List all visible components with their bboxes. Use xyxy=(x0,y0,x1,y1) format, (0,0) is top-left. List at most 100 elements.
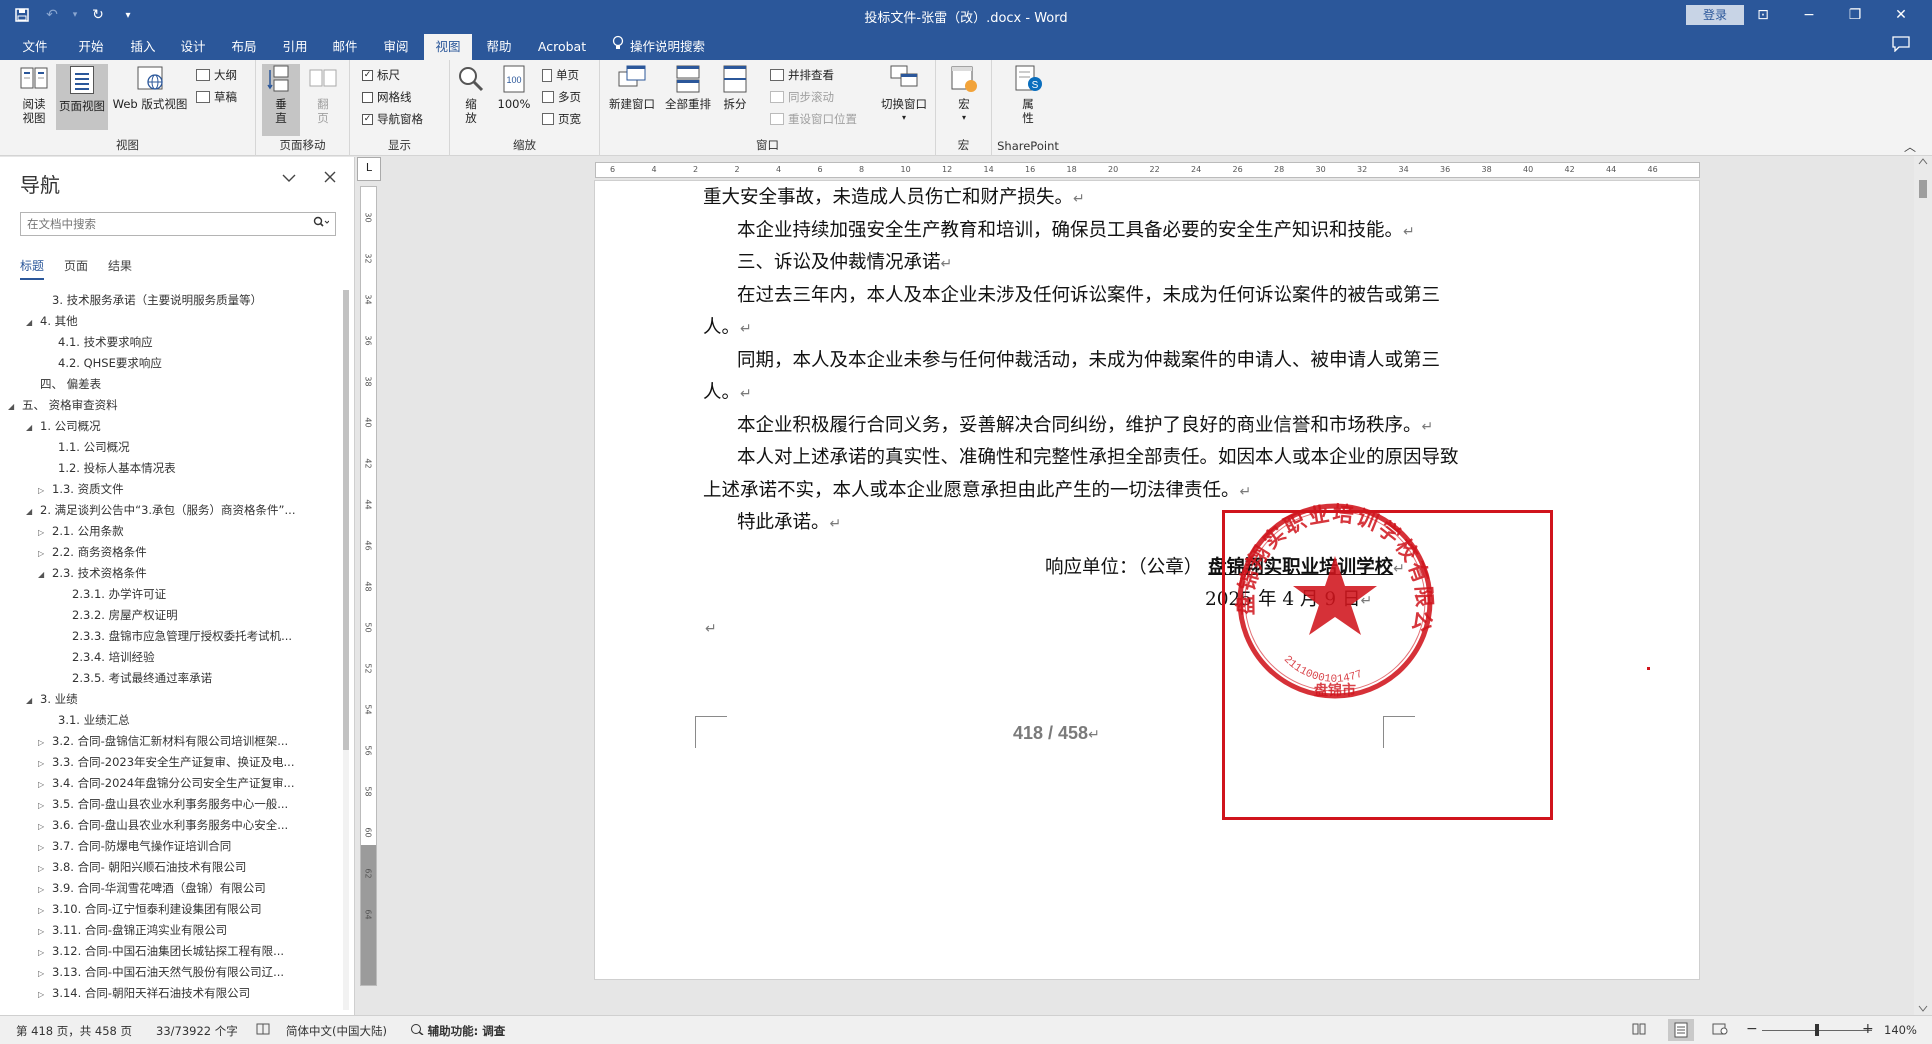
zoom-out-button[interactable]: − xyxy=(1746,1021,1758,1037)
login-button[interactable]: 登录 xyxy=(1686,5,1744,25)
collapsed-arrow-icon[interactable]: ▷ xyxy=(38,753,52,774)
collapsed-arrow-icon[interactable]: ▷ xyxy=(38,858,52,879)
collapsed-arrow-icon[interactable]: ▷ xyxy=(38,900,52,921)
nav-tab-headings[interactable]: 标题 xyxy=(20,257,45,280)
tab-review[interactable]: 审阅 xyxy=(373,34,419,60)
nav-close-icon[interactable] xyxy=(324,169,336,187)
nav-heading-item[interactable]: ◢ 2. 满足谈判公告中“3.承包（服务）商资格条件”... xyxy=(26,500,295,521)
switch-windows-button[interactable]: 切换窗口 ▾ xyxy=(876,64,932,125)
expanded-arrow-icon[interactable]: ◢ xyxy=(26,690,40,711)
collapsed-arrow-icon[interactable]: ▷ xyxy=(38,543,52,564)
expanded-arrow-icon[interactable]: ◢ xyxy=(26,501,40,522)
nav-search-box[interactable] xyxy=(20,212,336,236)
side-by-side-button[interactable]: 并排查看 xyxy=(770,66,834,84)
collapsed-arrow-icon[interactable]: ▷ xyxy=(38,522,52,543)
nav-heading-item[interactable]: 四、 偏差表 xyxy=(40,374,101,395)
tab-home[interactable]: 开始 xyxy=(68,34,114,60)
tab-acrobat[interactable]: Acrobat xyxy=(530,34,594,60)
nav-heading-item[interactable]: ◢ 4. 其他 xyxy=(26,311,78,332)
nav-heading-item[interactable]: ▷ 2.2. 商务资格条件 xyxy=(38,542,147,563)
expanded-arrow-icon[interactable]: ◢ xyxy=(38,564,52,585)
nav-heading-item[interactable]: 4.1. 技术要求响应 xyxy=(58,332,153,353)
nav-heading-item[interactable]: ▷ 3.9. 合同-华润雪花啤酒（盘锦）有限公司 xyxy=(38,878,266,899)
nav-heading-item[interactable]: ▷ 3.7. 合同-防爆电气操作证培训合同 xyxy=(38,836,231,857)
document-scrollbar[interactable] xyxy=(1914,156,1932,1015)
nav-heading-item[interactable]: ▷ 3.12. 合同-中国石油集团长城钻探工程有限... xyxy=(38,941,284,962)
comments-icon[interactable] xyxy=(1892,36,1912,54)
collapsed-arrow-icon[interactable]: ▷ xyxy=(38,879,52,900)
collapsed-arrow-icon[interactable]: ▷ xyxy=(38,921,52,942)
tab-view[interactable]: 视图 xyxy=(424,34,472,60)
tab-file[interactable]: 文件 xyxy=(14,34,56,60)
proofing-icon[interactable] xyxy=(256,1023,270,1038)
nav-heading-item[interactable]: 1.1. 公司概况 xyxy=(58,437,130,458)
nav-heading-item[interactable]: ▷ 3.2. 合同-盘锦信汇新材料有限公司培训框架... xyxy=(38,731,288,752)
nav-heading-item[interactable]: ▷ 3.5. 合同-盘山县农业水利事务服务中心一般... xyxy=(38,794,288,815)
nav-scrollbar[interactable] xyxy=(340,290,352,1010)
nav-heading-item[interactable]: ▷ 3.6. 合同-盘山县农业水利事务服务中心安全... xyxy=(38,815,288,836)
tab-design[interactable]: 设计 xyxy=(170,34,216,60)
nav-search-input[interactable] xyxy=(21,213,291,235)
nav-heading-item[interactable]: 4.2. QHSE要求响应 xyxy=(58,353,162,374)
collapsed-arrow-icon[interactable]: ▷ xyxy=(38,816,52,837)
web-layout-button[interactable]: Web 版式视图 xyxy=(110,64,190,111)
accessibility-status[interactable]: 辅助功能: 调查 xyxy=(410,1023,505,1039)
collapsed-arrow-icon[interactable]: ▷ xyxy=(38,942,52,963)
nav-heading-item[interactable]: ▷ 3.11. 合同-盘锦正鸿实业有限公司 xyxy=(38,920,227,941)
ruler-checkbox[interactable]: ✓ 标尺 xyxy=(362,66,400,84)
nav-heading-item[interactable]: ◢ 五、 资格审查资料 xyxy=(8,395,118,416)
minimize-icon[interactable]: − xyxy=(1786,0,1832,30)
web-layout-status-icon[interactable] xyxy=(1712,1023,1728,1038)
collapsed-arrow-icon[interactable]: ▷ xyxy=(38,732,52,753)
read-mode-status-icon[interactable] xyxy=(1632,1023,1646,1038)
tab-insert[interactable]: 插入 xyxy=(120,34,166,60)
nav-heading-item[interactable]: 3. 技术服务承诺（主要说明服务质量等） xyxy=(52,290,262,311)
nav-tab-pages[interactable]: 页面 xyxy=(64,257,88,280)
collapsed-arrow-icon[interactable]: ▷ xyxy=(38,984,52,1005)
nav-tab-results[interactable]: 结果 xyxy=(108,257,132,280)
print-layout-status-icon[interactable] xyxy=(1668,1019,1694,1041)
new-window-button[interactable]: 新建窗口 xyxy=(606,64,658,111)
page-width-button[interactable]: 页宽 xyxy=(542,110,581,128)
nav-heading-item[interactable]: 2.3.3. 盘锦市应急管理厅授权委托考试机... xyxy=(72,626,292,647)
vertical-button[interactable]: 垂 直 xyxy=(262,64,300,136)
nav-heading-item[interactable]: ▷ 3.4. 合同-2024年盘锦分公司安全生产证复审... xyxy=(38,773,294,794)
nav-heading-item[interactable]: 3.1. 业绩汇总 xyxy=(58,710,130,731)
expanded-arrow-icon[interactable]: ◢ xyxy=(8,396,22,417)
tab-references[interactable]: 引用 xyxy=(272,34,318,60)
zoom-level[interactable]: 140% xyxy=(1884,1023,1917,1037)
read-mode-button[interactable]: 阅读 视图 xyxy=(14,64,54,125)
tab-help[interactable]: 帮助 xyxy=(476,34,522,60)
restore-icon[interactable]: ❐ xyxy=(1832,0,1878,30)
reset-position-button[interactable]: 重设窗口位置 xyxy=(770,110,857,128)
tab-layout[interactable]: 布局 xyxy=(221,34,267,60)
word-count-status[interactable]: 33/73922 个字 xyxy=(156,1023,238,1039)
sync-scroll-button[interactable]: 同步滚动 xyxy=(770,88,834,106)
collapsed-arrow-icon[interactable]: ▷ xyxy=(38,963,52,984)
nav-heading-item[interactable]: ▷ 1.3. 资质文件 xyxy=(38,479,124,500)
nav-heading-item[interactable]: ▷ 3.14. 合同-朝阳天祥石油技术有限公司 xyxy=(38,983,250,1004)
tab-mailings[interactable]: 邮件 xyxy=(322,34,368,60)
gridlines-checkbox[interactable]: 网格线 xyxy=(362,88,412,106)
nav-heading-item[interactable]: ▷ 3.3. 合同-2023年安全生产证复审、换证及电... xyxy=(38,752,294,773)
collapse-ribbon-icon[interactable]: ︿ xyxy=(1904,138,1916,155)
tell-me-search[interactable]: 操作说明搜索 xyxy=(612,34,705,60)
ribbon-display-icon[interactable]: ⊡ xyxy=(1740,0,1786,30)
multiple-pages-button[interactable]: 多页 xyxy=(542,88,581,106)
draft-button[interactable]: 草稿 xyxy=(196,88,237,106)
nav-heading-item[interactable]: ▷ 3.8. 合同- 朝阳兴顺石油技术有限公司 xyxy=(38,857,246,878)
nav-heading-item[interactable]: ◢ 2.3. 技术资格条件 xyxy=(38,563,147,584)
nav-heading-item[interactable]: ▷ 3.13. 合同-中国石油天然气股份有限公司辽... xyxy=(38,962,284,983)
nav-pane-checkbox[interactable]: ✓ 导航窗格 xyxy=(362,110,423,128)
zoom-button[interactable]: 缩 放 xyxy=(456,64,486,125)
close-icon[interactable]: ✕ xyxy=(1878,0,1924,30)
zoom-in-button[interactable]: + xyxy=(1862,1021,1874,1037)
arrange-all-button[interactable]: 全部重排 xyxy=(662,64,714,111)
one-page-button[interactable]: 单页 xyxy=(542,66,579,84)
expanded-arrow-icon[interactable]: ◢ xyxy=(26,312,40,333)
zoom-slider-thumb[interactable] xyxy=(1815,1024,1819,1036)
collapsed-arrow-icon[interactable]: ▷ xyxy=(38,837,52,858)
collapsed-arrow-icon[interactable]: ▷ xyxy=(38,774,52,795)
split-button[interactable]: 拆分 xyxy=(718,64,752,111)
nav-options-icon[interactable] xyxy=(282,169,296,187)
